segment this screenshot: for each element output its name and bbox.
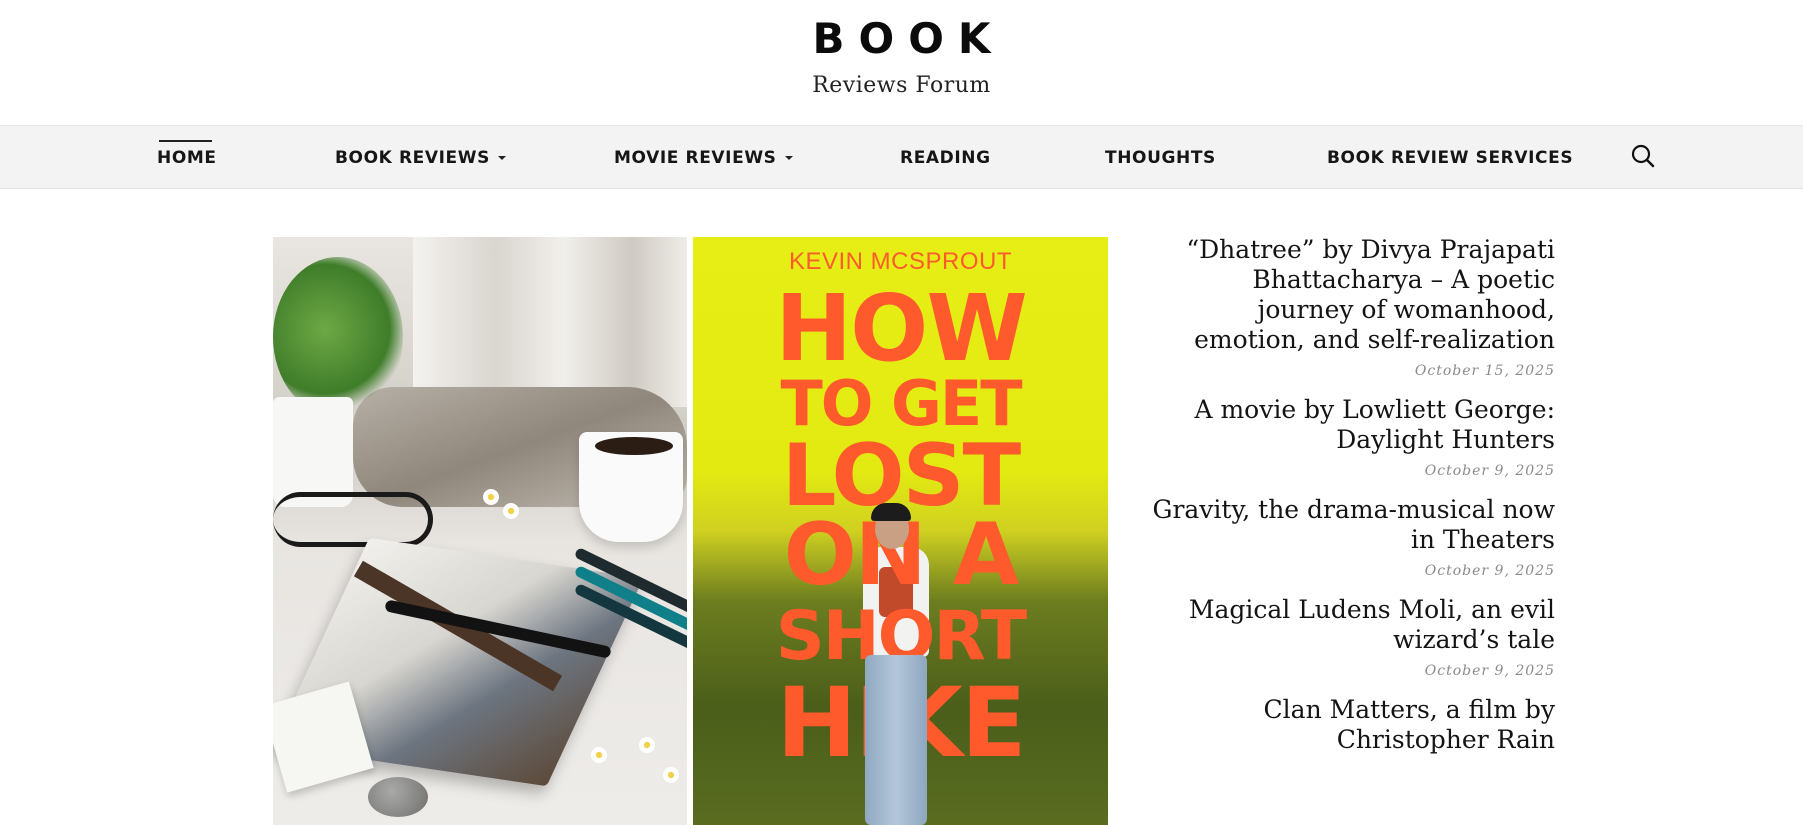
post-title-link[interactable]: A movie by Lowliett George: Daylight Hun… [1150, 395, 1555, 455]
post-item: A movie by Lowliett George: Daylight Hun… [1150, 395, 1555, 479]
hiker-cap [871, 503, 911, 521]
post-item: Clan Matters, a film by Christopher Rain [1150, 695, 1555, 755]
nav-item-thoughts[interactable]: THOUGHTS [1105, 148, 1216, 168]
search-icon [1631, 144, 1655, 168]
post-item: Gravity, the drama-musical now in Theate… [1150, 495, 1555, 579]
featured-image-dhatree[interactable] [273, 237, 687, 825]
site-header: BOOK Reviews Forum [0, 0, 1803, 125]
nav-item-reading[interactable]: READING [900, 148, 991, 168]
post-item: Magical Ludens Moli, an evil wizard’s ta… [1150, 595, 1555, 679]
nav-item-label: BOOK REVIEW SERVICES [1327, 148, 1574, 168]
plant-decoration [273, 257, 403, 417]
featured-image-book-cover[interactable]: KEVIN MCSPROUT HOW TO GET LOST ON A SHOR… [693, 237, 1108, 825]
post-date: October 9, 2025 [1424, 563, 1555, 579]
nav-item-home[interactable]: HOME [157, 148, 217, 168]
flower-decoration [503, 503, 519, 519]
post-date: October 9, 2025 [1424, 463, 1555, 479]
plant-pot-decoration [273, 397, 353, 507]
flower-decoration [591, 747, 607, 763]
caret-down-icon [497, 156, 506, 160]
site-tagline: Reviews Forum [812, 73, 991, 98]
nav-item-label: HOME [157, 148, 217, 168]
flower-decoration [483, 489, 499, 505]
post-title-link[interactable]: Gravity, the drama-musical now in Theate… [1150, 495, 1555, 555]
post-title-link[interactable]: “Dhatree” by Divya Prajapati Bhattachary… [1150, 235, 1555, 355]
cover-author: KEVIN MCSPROUT [788, 248, 1013, 275]
curtain-decoration [413, 237, 687, 407]
post-date: October 15, 2025 [1414, 363, 1555, 379]
cover-title-line: HOW [775, 275, 1028, 382]
coffee-decoration [595, 437, 673, 455]
nav-item-label: READING [900, 148, 991, 168]
flower-decoration [663, 767, 679, 783]
active-indicator [159, 140, 212, 142]
nav-item-book-reviews[interactable]: BOOK REVIEWS [335, 148, 506, 168]
hiker-legs [865, 655, 927, 825]
post-date: October 9, 2025 [1424, 663, 1555, 679]
nav-item-label: BOOK REVIEWS [335, 148, 490, 168]
stone-decoration [368, 777, 428, 817]
post-title-link[interactable]: Clan Matters, a film by Christopher Rain [1150, 695, 1555, 755]
caret-down-icon [784, 156, 793, 160]
search-button[interactable] [1630, 143, 1656, 169]
post-item: “Dhatree” by Divya Prajapati Bhattachary… [1150, 235, 1555, 379]
flower-decoration [639, 737, 655, 753]
nav-item-movie-reviews[interactable]: MOVIE REVIEWS [614, 148, 793, 168]
glasses-decoration [273, 492, 433, 547]
recent-posts-list: “Dhatree” by Divya Prajapati Bhattachary… [1150, 235, 1555, 771]
post-title-link[interactable]: Magical Ludens Moli, an evil wizard’s ta… [1150, 595, 1555, 655]
site-title[interactable]: BOOK [0, 14, 1803, 63]
nav-item-book-review-services[interactable]: BOOK REVIEW SERVICES [1327, 148, 1573, 168]
nav-item-label: MOVIE REVIEWS [614, 148, 777, 168]
main-navigation: HOME BOOK REVIEWS MOVIE REVIEWS READING … [0, 125, 1803, 189]
nav-item-label: THOUGHTS [1105, 148, 1216, 168]
